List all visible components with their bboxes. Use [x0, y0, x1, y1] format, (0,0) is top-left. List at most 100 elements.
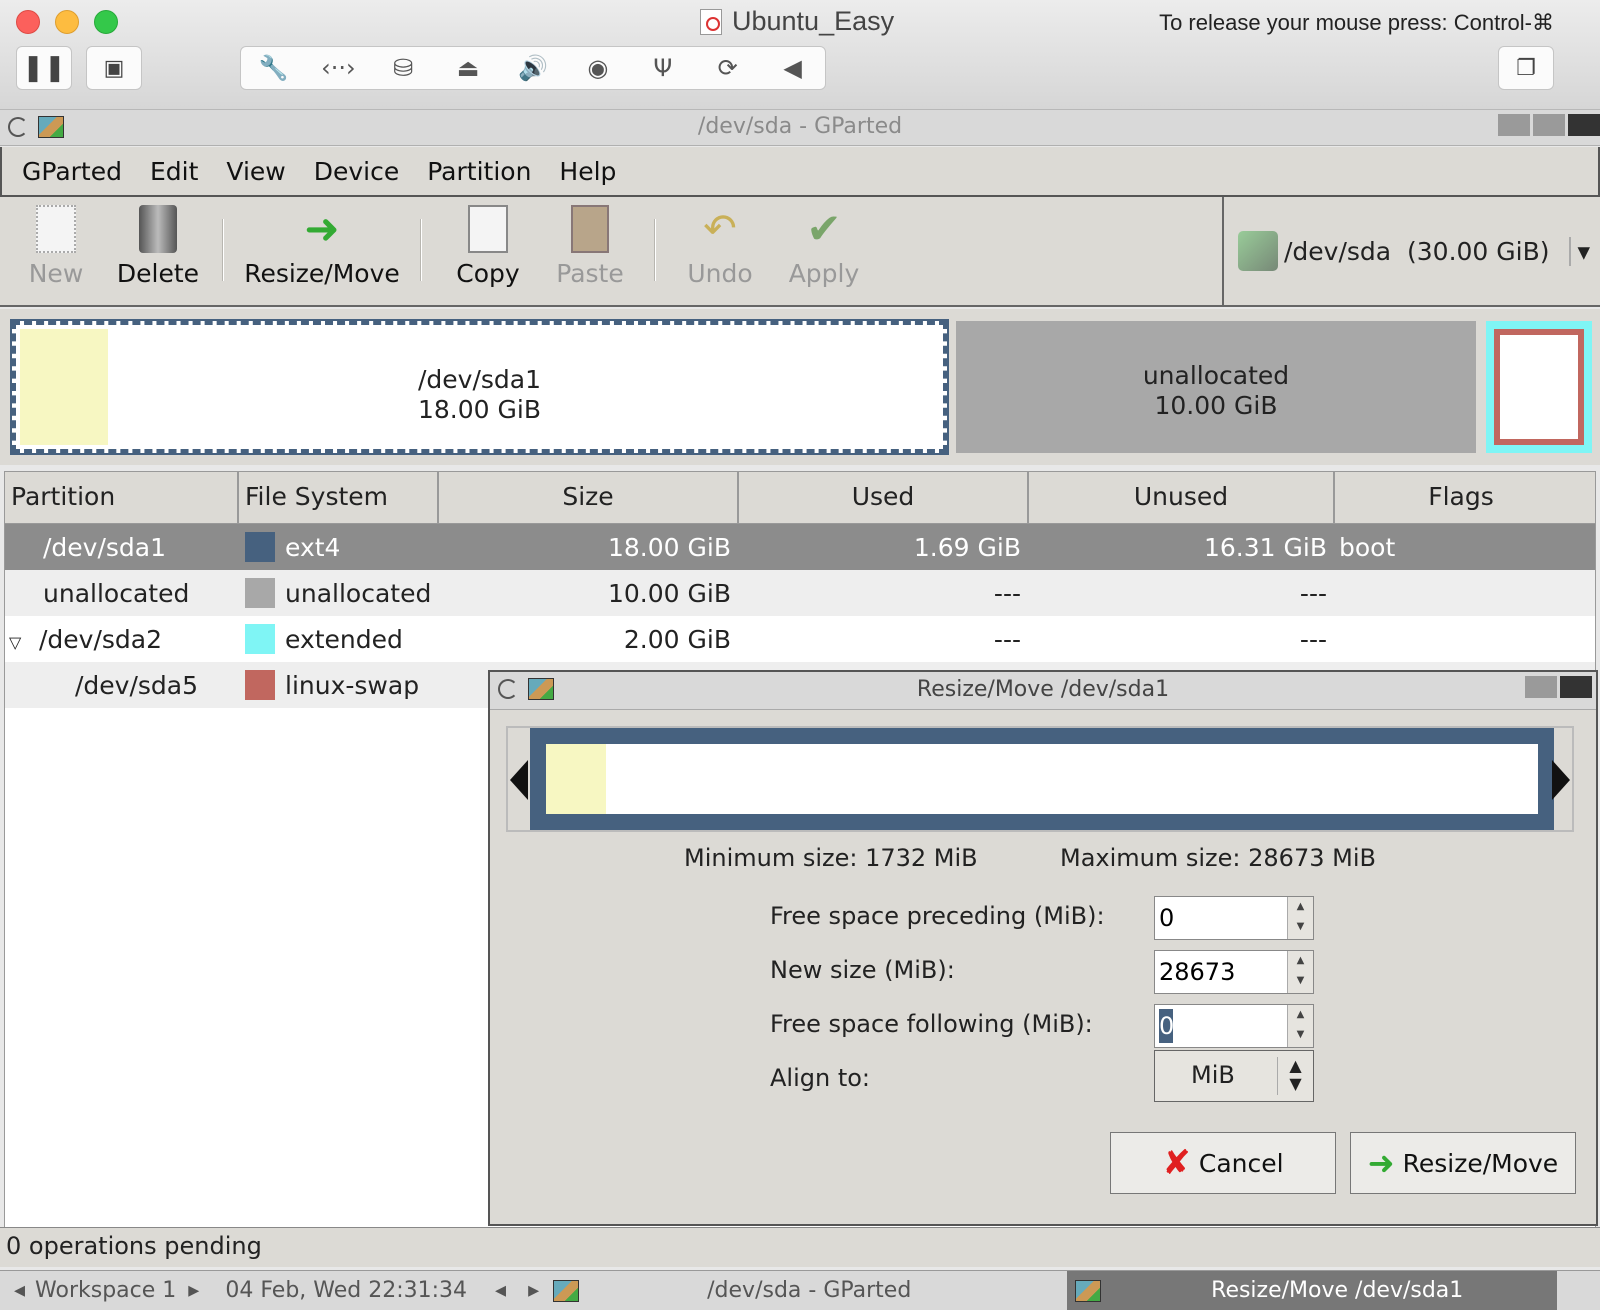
minimize-button[interactable] — [1498, 114, 1530, 136]
disk-map-sda5[interactable] — [1494, 329, 1584, 445]
row-size: 10.00 GiB — [608, 578, 731, 608]
apply-label: Apply — [788, 259, 860, 288]
table-header: Partition File System Size Used Unused F… — [5, 472, 1595, 524]
col-used[interactable]: Used — [739, 472, 1029, 523]
task-next-icon[interactable]: ▸ — [528, 1278, 539, 1303]
network-icon[interactable]: ‹··› — [306, 54, 371, 82]
device-label: /dev/sda (30.00 GiB) — [1284, 236, 1550, 266]
col-flags[interactable]: Flags — [1335, 472, 1587, 523]
partition-body — [546, 744, 1538, 814]
settings-wrench-icon[interactable]: 🔧 — [241, 54, 306, 82]
apply-button[interactable]: ✔ Apply — [784, 204, 864, 289]
new-size-input[interactable] — [1159, 955, 1283, 989]
unallocated-map-size: 10.00 GiB — [1154, 391, 1278, 420]
fs-color-swatch — [245, 578, 275, 608]
free-space-following-spinner[interactable]: ▲▼ — [1154, 1004, 1314, 1048]
fs-color-swatch — [245, 670, 275, 700]
workspace-next-icon[interactable]: ▸ — [188, 1278, 199, 1303]
new-button[interactable]: New — [22, 205, 90, 288]
vm-device-toolbar: 🔧 ‹··› ⛁ ⏏ 🔊 ◉ Ψ ⟳ ◀ — [240, 46, 826, 90]
sync-icon[interactable]: ⟳ — [695, 54, 760, 82]
minimize-window-button[interactable] — [55, 10, 79, 34]
device-selector[interactable]: /dev/sda (30.00 GiB) ▾ — [1222, 197, 1600, 305]
align-to-label: Align to: — [770, 1064, 871, 1092]
camera-icon[interactable]: ◉ — [565, 54, 630, 82]
undo-button[interactable]: ↶ Undo — [680, 205, 760, 288]
row-size: 2.00 GiB — [623, 624, 731, 654]
menu-gparted[interactable]: GParted — [22, 157, 122, 186]
menu-edit[interactable]: Edit — [150, 157, 198, 186]
resize-arrow-icon: ➜ — [304, 204, 340, 253]
fs-label: ext4 — [285, 532, 341, 562]
cancel-button[interactable]: ✘ Cancel — [1110, 1132, 1336, 1194]
zoom-window-button[interactable] — [94, 10, 118, 34]
checkmark-icon: ✔ — [806, 204, 842, 253]
workspace-prev-icon[interactable]: ◂ — [14, 1278, 25, 1303]
unallocated-map-name: unallocated — [1142, 361, 1290, 390]
disk-map: /dev/sda1 18.00 GiB unallocated 10.00 Gi… — [0, 309, 1600, 465]
gparted-toolbar: New Delete ➜ Resize/Move Copy Paste ↶ Un… — [0, 197, 1600, 307]
paste-button[interactable]: Paste — [550, 205, 630, 288]
disk-map-extended[interactable] — [1486, 321, 1592, 453]
new-size-label: New size (MiB): — [770, 956, 955, 984]
free-space-following-label: Free space following (MiB): — [770, 1010, 1093, 1038]
partition-resize-bar[interactable] — [530, 728, 1554, 830]
resize-right-handle-icon[interactable] — [1552, 760, 1570, 800]
free-space-following-input[interactable] — [1159, 1009, 1283, 1043]
resize-left-handle-icon[interactable] — [510, 760, 528, 800]
free-space-preceding-spinner[interactable]: ▲▼ — [1154, 896, 1314, 940]
free-space-preceding-input[interactable] — [1159, 901, 1283, 935]
snapshot-button[interactable]: ▣ — [86, 46, 142, 90]
new-size-spinner[interactable]: ▲▼ — [1154, 950, 1314, 994]
close-button[interactable] — [1568, 114, 1600, 136]
undo-label: Undo — [687, 259, 753, 288]
spinner-arrows-icon[interactable]: ▲ ▼ — [1287, 1005, 1313, 1047]
close-window-button[interactable] — [16, 10, 40, 34]
col-unused[interactable]: Unused — [1029, 472, 1335, 523]
new-document-icon — [36, 205, 76, 253]
menu-device[interactable]: Device — [314, 157, 400, 186]
hard-disk-icon[interactable]: ⛁ — [371, 54, 436, 82]
resize-move-confirm-button[interactable]: ➜ Resize/Move — [1350, 1132, 1576, 1194]
col-filesystem[interactable]: File System — [239, 472, 439, 523]
dialog-close-button[interactable] — [1560, 676, 1592, 698]
menu-help[interactable]: Help — [559, 157, 616, 186]
dialog-minimize-button[interactable] — [1525, 676, 1557, 698]
table-row[interactable]: ▽/dev/sda2 extended 2.00 GiB --- --- — [5, 616, 1595, 662]
disk-map-sda1[interactable]: /dev/sda1 18.00 GiB — [10, 319, 949, 455]
disk-map-unallocated[interactable]: unallocated 10.00 GiB — [956, 321, 1476, 453]
collapse-arrow-icon[interactable]: ◀ — [760, 54, 825, 82]
delete-button[interactable]: Delete — [112, 205, 204, 288]
task-resize-move[interactable]: Resize/Move /dev/sda1 — [1067, 1270, 1558, 1310]
table-row[interactable]: unallocated unallocated 10.00 GiB --- --… — [5, 570, 1595, 616]
toolbar-separator — [654, 219, 656, 281]
row-used: --- — [993, 578, 1021, 608]
task-gparted[interactable]: /dev/sda - GParted — [707, 1278, 1067, 1303]
resize-arrow-icon: ➜ — [1367, 1144, 1395, 1182]
row-unused: 16.31 GiB — [1204, 532, 1327, 562]
col-partition[interactable]: Partition — [5, 472, 239, 523]
pause-button[interactable]: ❚❚ — [16, 46, 72, 90]
table-row[interactable]: /dev/sda1 ext4 18.00 GiB 1.69 GiB 16.31 … — [5, 524, 1595, 570]
dialog-titlebar: Resize/Move /dev/sda1 — [490, 672, 1596, 710]
usb-icon[interactable]: Ψ — [630, 54, 695, 82]
maximize-button[interactable] — [1533, 114, 1565, 136]
sda1-map-label: /dev/sda1 18.00 GiB — [16, 365, 943, 425]
resize-move-button[interactable]: ➜ Resize/Move — [242, 204, 402, 289]
menu-view[interactable]: View — [226, 157, 285, 186]
row-filesystem: ext4 — [239, 532, 439, 562]
sound-icon[interactable]: 🔊 — [501, 54, 566, 82]
expander-triangle-icon[interactable]: ▽ — [9, 633, 39, 652]
clipboard-icon — [571, 205, 609, 253]
task-prev-icon[interactable]: ◂ — [495, 1278, 506, 1303]
col-size[interactable]: Size — [439, 472, 739, 523]
row-partition: /dev/sda2 — [39, 624, 163, 654]
spinner-arrows-icon[interactable]: ▲ ▼ — [1287, 897, 1313, 939]
cd-drive-icon[interactable]: ⏏ — [436, 54, 501, 82]
window-mode-button[interactable]: ❐ — [1498, 46, 1554, 90]
menu-partition[interactable]: Partition — [427, 157, 531, 186]
align-to-select[interactable]: MiB ▲ ▼ — [1154, 1050, 1314, 1102]
resize-slider[interactable] — [506, 726, 1574, 832]
spinner-arrows-icon[interactable]: ▲ ▼ — [1287, 951, 1313, 993]
copy-button[interactable]: Copy — [448, 205, 528, 288]
